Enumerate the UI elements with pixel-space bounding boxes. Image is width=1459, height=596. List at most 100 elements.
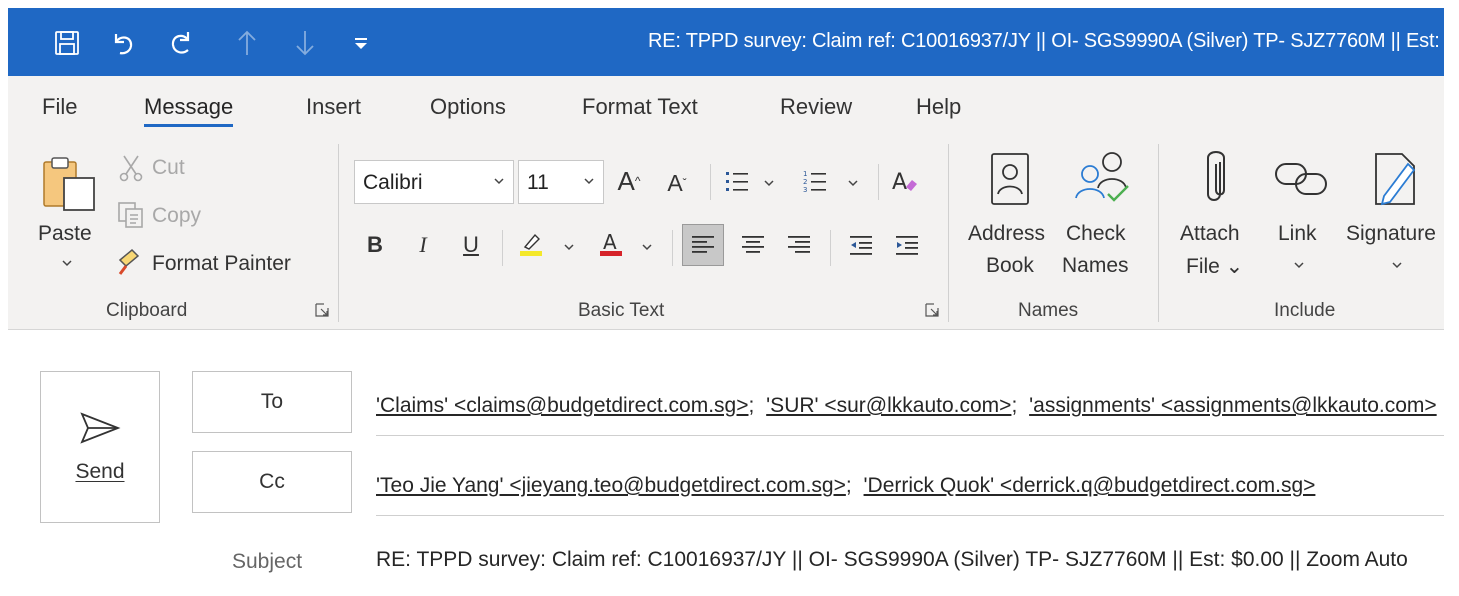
dialog-launcher-icon[interactable] [314, 302, 330, 318]
tab-file[interactable]: File [42, 94, 77, 120]
cut-label[interactable]: Cut [152, 156, 185, 180]
align-left-icon[interactable] [682, 224, 724, 266]
bullets-chevron-down-icon[interactable] [762, 176, 776, 188]
align-center-icon[interactable] [736, 228, 770, 262]
to-recipient[interactable]: 'SUR' <sur@lkkauto.com> [766, 394, 1011, 417]
title-bar: RE: TPPD survey: Claim ref: C10016937/JY… [8, 8, 1444, 76]
link-chevron-down-icon[interactable] [1292, 258, 1306, 270]
svg-text:1: 1 [803, 170, 807, 178]
chevron-down-icon [584, 178, 594, 185]
address-book-icon[interactable] [986, 150, 1034, 208]
cc-recipient[interactable]: 'Derrick Quok' <derrick.q@budgetdirect.c… [864, 474, 1316, 497]
format-painter-label[interactable]: Format Painter [152, 252, 291, 276]
to-field[interactable]: 'Claims' <claims@budgetdirect.com.sg>; '… [376, 374, 1444, 436]
numbering-icon[interactable]: 123 [798, 164, 832, 198]
paste-icon[interactable] [38, 152, 100, 214]
signature-label[interactable]: Signature [1346, 222, 1436, 246]
cc-recipient[interactable]: 'Teo Jie Yang' <jieyang.teo@budgetdirect… [376, 474, 846, 497]
subject-label: Subject [232, 550, 303, 573]
group-separator [502, 230, 503, 266]
undo-icon[interactable] [106, 26, 140, 60]
address-book-label-2[interactable]: Book [986, 254, 1034, 278]
font-size-value: 11 [527, 171, 549, 194]
attach-file-label-1[interactable]: Attach [1180, 222, 1240, 246]
recipient-separator: ; [748, 394, 755, 417]
include-group-label: Include [1274, 300, 1336, 321]
copy-icon[interactable] [116, 200, 146, 230]
group-separator [338, 144, 339, 322]
to-recipient[interactable]: 'Claims' <claims@budgetdirect.com.sg> [376, 394, 748, 417]
attach-file-label-2[interactable]: File ⌄ [1186, 254, 1243, 279]
send-button[interactable]: Send [40, 371, 160, 523]
save-icon[interactable] [50, 26, 84, 60]
tab-insert[interactable]: Insert [306, 94, 361, 120]
up-arrow-icon[interactable] [230, 26, 264, 60]
paste-chevron-down-icon[interactable] [60, 256, 74, 268]
to-recipient[interactable]: 'assignments' <assignments@lkkauto.com> [1029, 394, 1437, 417]
numbering-chevron-down-icon[interactable] [846, 176, 860, 188]
bold-button[interactable]: B [358, 228, 392, 262]
link-icon[interactable] [1272, 156, 1332, 202]
dialog-launcher-icon[interactable] [924, 302, 940, 318]
decrease-indent-icon[interactable] [844, 228, 878, 262]
clear-formatting-icon[interactable]: A [888, 164, 922, 198]
down-arrow-icon[interactable] [288, 26, 322, 60]
grow-font-glyph: A [617, 165, 635, 196]
group-separator [672, 230, 673, 266]
copy-label[interactable]: Copy [152, 204, 201, 228]
subject-field[interactable]: RE: TPPD survey: Claim ref: C10016937/JY… [376, 548, 1444, 572]
font-color-chevron-down-icon[interactable] [640, 240, 654, 252]
redo-icon[interactable] [164, 26, 198, 60]
tab-message[interactable]: Message [144, 94, 234, 127]
check-names-label-1[interactable]: Check [1066, 222, 1126, 246]
send-icon [80, 412, 121, 444]
increase-indent-icon[interactable] [890, 228, 924, 262]
font-name-value: Calibri [363, 171, 423, 194]
group-separator [1158, 144, 1159, 322]
cut-icon[interactable] [118, 154, 144, 182]
highlight-chevron-down-icon[interactable] [562, 240, 576, 252]
check-names-icon[interactable] [1068, 148, 1134, 210]
signature-chevron-down-icon[interactable] [1390, 258, 1404, 270]
bullets-icon[interactable] [720, 164, 754, 198]
align-right-icon[interactable] [782, 228, 816, 262]
cc-button[interactable]: Cc [192, 451, 352, 513]
to-label: To [260, 390, 284, 413]
svg-text:A: A [603, 230, 617, 254]
check-names-label-2[interactable]: Names [1062, 254, 1129, 278]
address-book-label-1[interactable]: Address [968, 222, 1045, 246]
customize-quick-access-icon[interactable] [344, 26, 378, 60]
underline-button[interactable]: U [454, 228, 488, 262]
cc-field[interactable]: 'Teo Jie Yang' <jieyang.teo@budgetdirect… [376, 454, 1444, 516]
font-color-icon[interactable]: A [594, 226, 628, 260]
link-label[interactable]: Link [1278, 222, 1317, 246]
tab-help[interactable]: Help [916, 94, 961, 120]
window-title: RE: TPPD survey: Claim ref: C10016937/JY… [648, 30, 1444, 52]
tab-options[interactable]: Options [430, 94, 506, 120]
signature-icon[interactable] [1368, 148, 1424, 210]
italic-button[interactable]: I [406, 228, 440, 262]
recipient-separator: ; [1011, 394, 1018, 417]
tab-format-text[interactable]: Format Text [582, 94, 698, 120]
shrink-font-glyph: A [667, 169, 683, 196]
paste-button-label[interactable]: Paste [38, 222, 92, 246]
svg-text:3: 3 [803, 186, 807, 194]
ribbon: File Message Insert Options Format Text … [8, 76, 1444, 330]
font-size-combo[interactable]: 11 [518, 160, 604, 204]
font-name-combo[interactable]: Calibri [354, 160, 514, 204]
svg-text:2: 2 [803, 178, 807, 186]
format-painter-icon[interactable] [114, 246, 146, 278]
group-separator [830, 230, 831, 266]
cc-label: Cc [259, 470, 285, 493]
highlight-icon[interactable] [514, 226, 548, 260]
tab-review[interactable]: Review [780, 94, 852, 120]
group-separator [710, 164, 711, 200]
clipboard-group-label: Clipboard [106, 300, 188, 321]
to-button[interactable]: To [192, 371, 352, 433]
grow-font-button[interactable]: A ^ [612, 164, 646, 198]
svg-text:A: A [892, 170, 907, 195]
chevron-down-icon [494, 178, 504, 185]
shrink-font-button[interactable]: Aˇ [660, 166, 694, 200]
paperclip-icon[interactable] [1200, 148, 1230, 210]
recipient-separator: ; [845, 474, 852, 497]
